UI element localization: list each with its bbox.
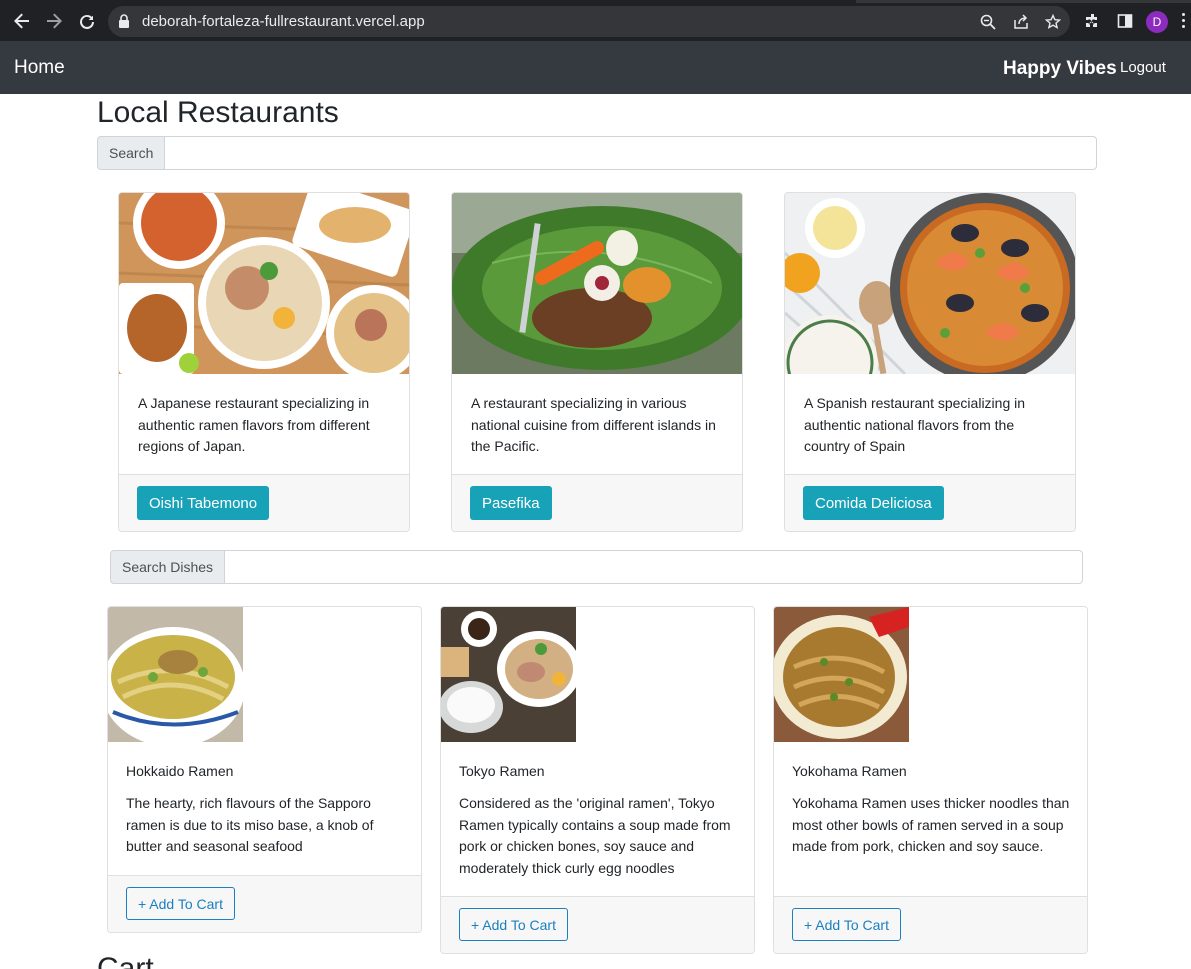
dish-description: Yokohama Ramen uses thicker noodles than…: [792, 795, 1070, 855]
add-to-cart-button[interactable]: + Add To Cart: [126, 887, 235, 920]
app-navbar: Home Happy Vibes Logout: [0, 41, 1191, 94]
restaurant-image-paella: [785, 193, 1075, 374]
back-arrow-icon[interactable]: [10, 9, 34, 33]
restaurant-card: A restaurant specializing in various nat…: [451, 192, 743, 532]
restaurant-card: A Japanese restaurant specializing in au…: [118, 192, 410, 532]
address-bar[interactable]: deborah-fortaleza-fullrestaurant.vercel.…: [108, 6, 1070, 37]
dish-search-input[interactable]: [225, 550, 1083, 584]
dish-description: The hearty, rich flavours of the Sapporo…: [126, 795, 374, 855]
dish-search-group: Search Dishes: [110, 550, 1083, 584]
dish-image-yokohama-ramen: [774, 607, 909, 742]
lock-icon: [118, 14, 130, 33]
share-icon[interactable]: [1012, 13, 1030, 31]
card-footer: + Add To Cart: [441, 896, 754, 953]
card-footer: Oishi Tabemono: [119, 474, 409, 531]
url-text: deborah-fortaleza-fullrestaurant.vercel.…: [142, 13, 425, 30]
dish-card: Hokkaido Ramen The hearty, rich flavours…: [107, 606, 422, 933]
forward-arrow-icon[interactable]: [42, 9, 66, 33]
restaurant-button-comida-deliciosa[interactable]: Comida Deliciosa: [803, 486, 944, 520]
profile-avatar[interactable]: D: [1146, 11, 1168, 33]
card-footer: + Add To Cart: [108, 875, 421, 932]
side-panel-icon[interactable]: [1115, 11, 1135, 31]
search-dishes-label: Search Dishes: [110, 550, 226, 584]
restaurant-description: A Spanish restaurant specializing in aut…: [804, 395, 1026, 454]
restaurant-image-pacific: [452, 193, 742, 374]
home-link[interactable]: Home: [14, 57, 65, 79]
restaurant-description: A restaurant specializing in various nat…: [471, 395, 716, 454]
browser-toolbar: deborah-fortaleza-fullrestaurant.vercel.…: [0, 0, 1191, 41]
add-to-cart-button[interactable]: + Add To Cart: [459, 908, 568, 941]
restaurant-search-input[interactable]: [165, 136, 1097, 170]
logout-link[interactable]: Logout: [1120, 59, 1166, 76]
dish-name: Tokyo Ramen: [459, 763, 545, 779]
user-name: Happy Vibes: [1003, 58, 1117, 79]
dish-card: Yokohama Ramen Yokohama Ramen uses thick…: [773, 606, 1088, 954]
card-footer: + Add To Cart: [774, 896, 1087, 953]
restaurant-image-ramen: [119, 193, 409, 374]
dish-image-hokkaido-ramen: [108, 607, 243, 742]
extensions-icon[interactable]: [1083, 11, 1103, 31]
dish-image-tokyo-ramen: [441, 607, 576, 742]
cart-heading: Cart: [97, 952, 154, 969]
dish-description: Considered as the 'original ramen', Toky…: [459, 795, 731, 876]
card-footer: Pasefika: [452, 474, 742, 531]
bookmark-star-icon[interactable]: [1044, 13, 1062, 31]
restaurant-description: A Japanese restaurant specializing in au…: [138, 395, 370, 454]
reload-icon[interactable]: [75, 9, 99, 33]
dish-name: Hokkaido Ramen: [126, 763, 234, 779]
tab-strip: [0, 0, 1191, 3]
card-footer: Comida Deliciosa: [785, 474, 1075, 531]
add-to-cart-button[interactable]: + Add To Cart: [792, 908, 901, 941]
restaurant-card: A Spanish restaurant specializing in aut…: [784, 192, 1076, 532]
restaurant-button-oishi-tabemono[interactable]: Oishi Tabemono: [137, 486, 270, 520]
dish-card: Tokyo Ramen Considered as the 'original …: [440, 606, 755, 954]
page-title: Local Restaurants: [97, 96, 339, 129]
menu-kebab-icon[interactable]: [1182, 13, 1186, 29]
zoom-icon[interactable]: [979, 13, 997, 31]
search-label: Search: [97, 136, 166, 170]
restaurant-search-group: Search: [97, 136, 1097, 170]
restaurant-button-pasefika[interactable]: Pasefika: [470, 486, 552, 520]
dish-name: Yokohama Ramen: [792, 763, 907, 779]
